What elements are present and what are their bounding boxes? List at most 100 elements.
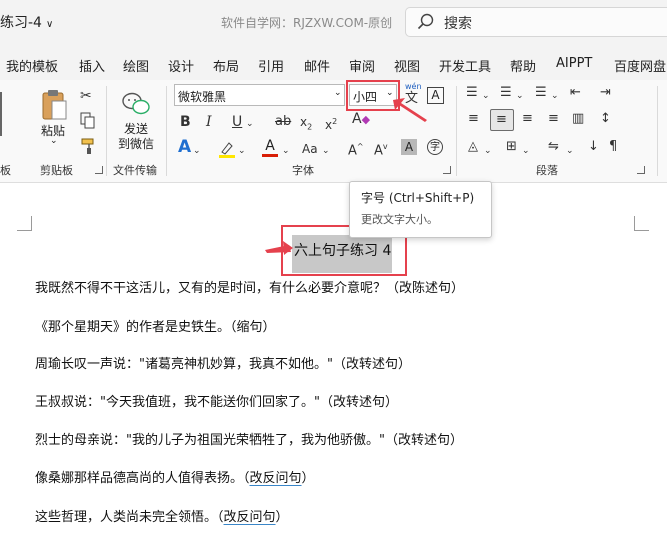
tab-references[interactable]: 引用 (258, 56, 284, 75)
font-group-label: 字体 (292, 164, 314, 177)
crop-mark (634, 216, 649, 231)
distributed-icon[interactable]: ▥ (572, 110, 584, 128)
numbering-icon[interactable]: ☰ (500, 84, 512, 102)
separator (166, 86, 167, 176)
wechat-icon[interactable] (121, 90, 151, 118)
chevron-down-icon[interactable]: ⌄ (282, 142, 290, 160)
line-text: 这些哲理，人类尚未完全领悟。（ (35, 510, 224, 525)
chevron-down-icon[interactable]: ⌄ (482, 87, 490, 105)
document-line[interactable]: 烈士的母亲说："我的儿子为祖国光荣牺牲了，我为他骄傲。"（改转述句） (35, 429, 463, 448)
tab-design[interactable]: 设计 (168, 56, 194, 75)
tab-aippt[interactable]: AIPPT (556, 56, 592, 71)
tab-draw[interactable]: 绘图 (123, 56, 149, 75)
character-border-icon[interactable]: A (427, 87, 444, 104)
tab-developer[interactable]: 开发工具 (439, 56, 491, 75)
tab-review[interactable]: 审阅 (349, 56, 375, 75)
chevron-down-icon: ∨ (45, 19, 54, 30)
line-text: 我既然不得不干这活儿，又有的是时间，有什么必要介意呢？（改陈述句） (35, 281, 465, 296)
chevron-down-icon[interactable]: ⌄ (238, 142, 246, 160)
document-title-text: 练习-4 (0, 15, 42, 31)
grow-font-icon[interactable]: A^ (348, 138, 364, 160)
line-spacing-icon[interactable]: ↕ (600, 110, 611, 128)
justify-icon[interactable]: ≡ (548, 110, 559, 128)
strikethrough-button[interactable]: ab (275, 113, 291, 131)
crop-mark (17, 216, 32, 231)
tab-help[interactable]: 帮助 (510, 56, 536, 75)
separator (106, 86, 107, 176)
align-right-icon[interactable]: ≡ (522, 110, 533, 128)
tab-layout[interactable]: 布局 (213, 56, 239, 75)
document-line[interactable]: 周瑜长叹一声说："诸葛亮神机妙算，我真不如他。"（改转述句） (35, 353, 411, 372)
shrink-font-icon[interactable]: Av (374, 138, 388, 160)
chevron-down-icon[interactable]: ⌄ (566, 142, 574, 160)
sort-icon[interactable]: ↓ (588, 138, 599, 156)
line-text: 像桑娜那样品德高尚的人值得表扬。（ (35, 471, 250, 486)
separator (657, 86, 658, 176)
chinese-layout-icon[interactable]: ⇋ (548, 138, 559, 156)
bold-button[interactable]: B (180, 113, 191, 131)
line-text: 《那个星期天》的作者是史铁生。（缩句） (35, 320, 276, 335)
document-line[interactable]: 我既然不得不干这活儿，又有的是时间，有什么必要介意呢？（改陈述句） (35, 277, 464, 296)
chevron-down-icon[interactable]: ⌄ (551, 87, 559, 105)
borders-icon[interactable]: ⊞ (506, 138, 517, 156)
shading-icon[interactable]: ◬ (468, 138, 478, 156)
enclose-characters-icon[interactable]: 字 (427, 139, 443, 155)
chevron-down-icon[interactable]: ⌄ (322, 142, 330, 160)
italic-button[interactable]: I (206, 113, 212, 131)
change-case-icon[interactable]: Aa (302, 140, 318, 158)
multilevel-list-icon[interactable]: ☰ (535, 84, 547, 102)
clipboard-launcher-icon[interactable] (95, 166, 103, 174)
copy-icon[interactable] (80, 112, 96, 130)
paragraph-group-label: 段落 (536, 164, 558, 177)
character-shading-icon[interactable]: A (401, 139, 417, 155)
document-line[interactable]: 王叔叔说："今天我值班，我不能送你们回家了。"（改转述句） (35, 391, 398, 410)
separator (456, 86, 457, 176)
line-text-underlined: 改反问句 (223, 510, 276, 525)
tab-insert[interactable]: 插入 (79, 56, 105, 75)
text-effects-icon[interactable]: A (178, 138, 191, 156)
font-name-combobox[interactable]: 微软雅黑 ⌄ (174, 84, 345, 106)
cut-icon[interactable]: ✂ (80, 87, 92, 105)
font-color-icon[interactable]: A (262, 138, 278, 158)
send-to-wechat-line2[interactable]: 到微信 (118, 135, 154, 152)
highlight-icon[interactable] (218, 140, 236, 158)
tab-mailings[interactable]: 邮件 (304, 56, 330, 75)
search-icon (417, 13, 434, 30)
paragraph-launcher-icon[interactable] (637, 166, 645, 174)
tab-my-templates[interactable]: 我的模板 (6, 56, 58, 75)
chevron-down-icon[interactable]: ⌄ (522, 142, 530, 160)
chevron-down-icon[interactable]: ⌄ (193, 142, 201, 160)
underline-button[interactable]: U (232, 113, 242, 131)
align-left-icon[interactable]: ≡ (468, 110, 479, 128)
chevron-down-icon[interactable]: ⌄ (246, 115, 254, 133)
superscript-button[interactable]: x2 (325, 113, 337, 134)
line-text: 王叔叔说："今天我值班，我不能送你们回家了。"（改转述句） (35, 395, 398, 410)
file-transfer-group-label: 文件传输 (113, 164, 157, 177)
clear-formatting-icon[interactable]: A◆ (352, 110, 370, 129)
bullets-icon[interactable]: ☰ (466, 84, 478, 102)
collapsed-group-edge (0, 92, 7, 136)
tooltip-title: 字号 (Ctrl+Shift+P) (361, 191, 475, 205)
increase-indent-icon[interactable]: ⇥ (600, 84, 611, 102)
show-marks-icon[interactable]: ¶ (609, 138, 617, 156)
document-line[interactable]: 《那个星期天》的作者是史铁生。（缩句） (35, 316, 276, 335)
tab-baidu-netdisk[interactable]: 百度网盘 (614, 56, 666, 75)
font-launcher-icon[interactable] (443, 166, 451, 174)
tooltip-description: 更改文字大小。 (361, 213, 438, 226)
paste-dropdown-icon[interactable]: ⌄ (50, 136, 58, 146)
annotation-arrow (265, 241, 293, 255)
document-line[interactable]: 这些哲理，人类尚未完全领悟。（改反问句） (35, 506, 289, 525)
paste-icon[interactable] (40, 88, 70, 122)
decrease-indent-icon[interactable]: ⇤ (570, 84, 581, 102)
chevron-down-icon[interactable]: ⌄ (484, 142, 492, 160)
format-painter-icon[interactable] (80, 137, 98, 155)
phonetic-guide-icon[interactable]: 文 (405, 90, 418, 108)
tab-view[interactable]: 视图 (394, 56, 420, 75)
line-text: 周瑜长叹一声说："诸葛亮神机妙算，我真不如他。"（改转述句） (35, 357, 411, 372)
document-line[interactable]: 像桑娜那样品德高尚的人值得表扬。（改反问句） (35, 467, 315, 486)
align-center-icon: ≡ (496, 112, 507, 127)
chevron-down-icon[interactable]: ⌄ (516, 87, 524, 105)
font-name-value: 微软雅黑 (178, 90, 227, 104)
document-title[interactable]: 练习-4 ∨ (0, 12, 53, 32)
subscript-button[interactable]: x2 (300, 113, 312, 136)
